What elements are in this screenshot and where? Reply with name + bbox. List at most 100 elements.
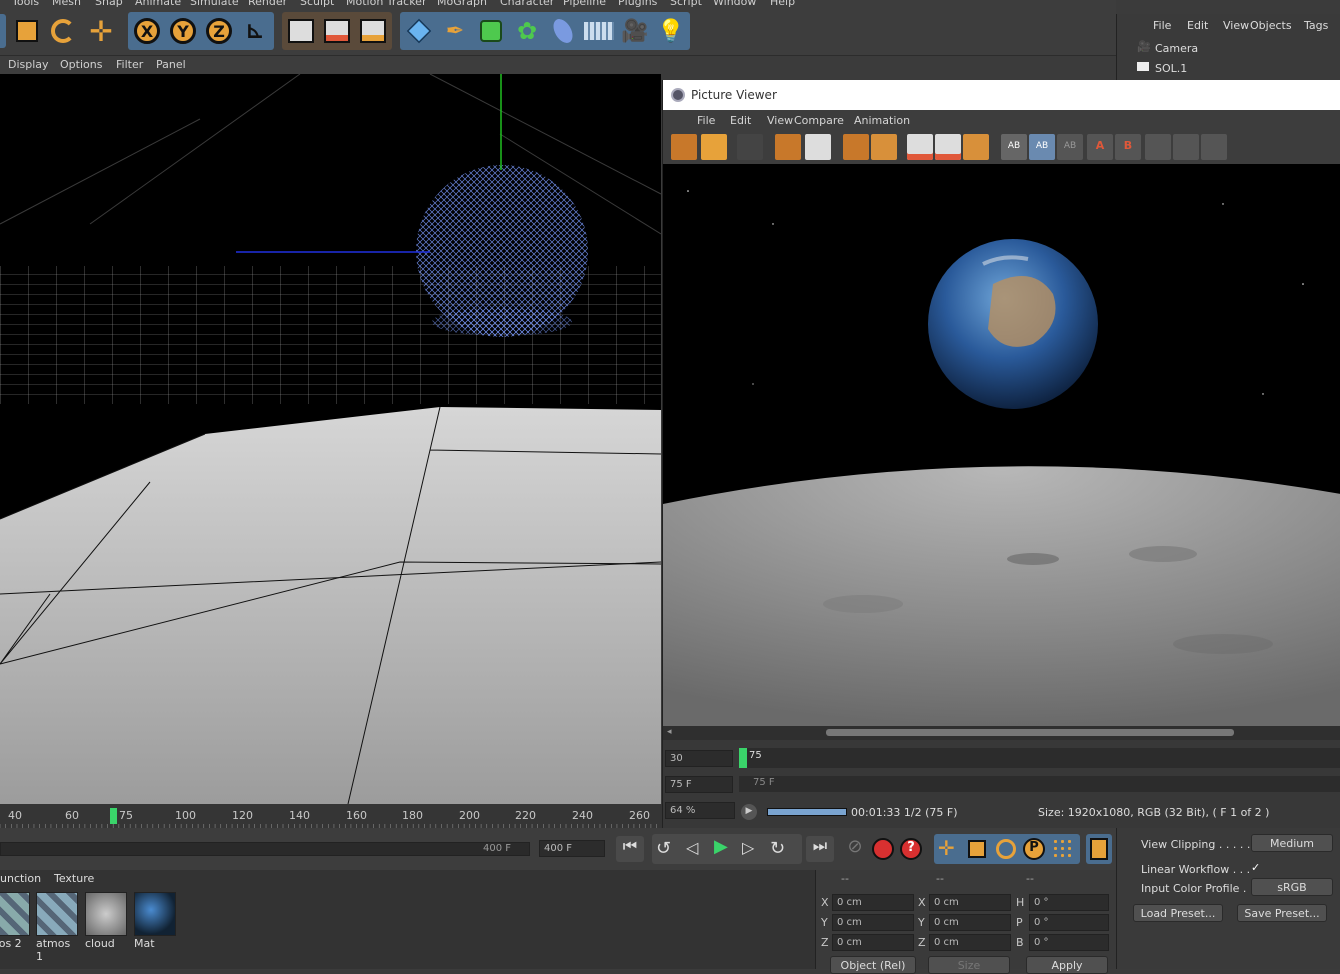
menu-pipeline[interactable]: Pipeline [563, 0, 606, 8]
pv-menu-file[interactable]: File [697, 114, 715, 127]
menu-mesh[interactable]: Mesh [52, 0, 81, 8]
snapshot-compare-icon[interactable] [935, 134, 961, 160]
rotation-h-field[interactable]: 0 ° [1029, 894, 1109, 911]
om-menu-tags[interactable]: Tags [1304, 19, 1328, 32]
menu-render[interactable]: Render [248, 0, 287, 8]
mograph-cloner-icon[interactable]: ✿ [510, 14, 544, 48]
ab-swap-icon[interactable]: AB [1057, 134, 1083, 160]
menu-help[interactable]: Help [770, 0, 795, 8]
history-icon[interactable] [843, 134, 869, 160]
key-parameter-icon[interactable]: P [1023, 838, 1045, 860]
previous-key-icon[interactable]: ↺ [656, 838, 671, 859]
rotation-b-field[interactable]: 0 ° [1029, 934, 1109, 951]
3d-viewport[interactable] [0, 74, 661, 804]
autokey-help-icon[interactable]: ? [900, 838, 922, 860]
menu-sculpt[interactable]: Sculpt [300, 0, 334, 8]
pv-menu-edit[interactable]: Edit [730, 114, 751, 127]
horizontal-scrollbar[interactable]: ◂ [663, 726, 1340, 740]
size-y-field[interactable]: 0 cm [929, 914, 1011, 931]
material-menu-function[interactable]: unction [0, 872, 41, 885]
input-color-profile-dropdown[interactable]: sRGB [1251, 878, 1333, 896]
picture-viewer-titlebar[interactable]: Picture Viewer [663, 80, 1340, 110]
viewport-menu-options[interactable]: Options [60, 58, 102, 71]
frame-marker[interactable] [739, 748, 747, 768]
frame-slider[interactable]: 75 [739, 748, 1340, 768]
cube-icon[interactable] [402, 14, 436, 48]
om-menu-view[interactable]: View [1223, 19, 1249, 32]
play-preview-icon[interactable]: ▶ [741, 804, 757, 820]
om-menu-file[interactable]: File [1153, 19, 1171, 32]
scrollbar-thumb[interactable] [826, 729, 1234, 736]
pv-menu-compare[interactable]: Compare [794, 114, 844, 127]
key-pla-icon[interactable] [1052, 838, 1074, 860]
coordinate-mode-dropdown[interactable]: Object (Rel) [830, 956, 916, 974]
y-axis-lock-icon[interactable]: Y [166, 14, 200, 48]
size-x-field[interactable]: 0 cm [929, 894, 1011, 911]
menu-plugins[interactable]: Plugins [618, 0, 657, 8]
snapshot-icon[interactable] [907, 134, 933, 160]
viewport-menu-panel[interactable]: Panel [156, 58, 186, 71]
end-frame-field[interactable]: 400 F [539, 840, 605, 857]
record-disabled-icon[interactable]: ⊘ [842, 836, 868, 862]
zoom-field[interactable]: 64 % [665, 802, 735, 819]
size-mode-dropdown[interactable]: Size [928, 956, 1010, 974]
view-clipping-dropdown[interactable]: Medium [1251, 834, 1333, 852]
viewport-menu-display[interactable]: Display [8, 58, 49, 71]
material-swatch[interactable]: mos 2 [0, 892, 30, 950]
ab-compare-icon[interactable]: AB [1001, 134, 1027, 160]
compare-vertical-icon[interactable] [1145, 134, 1171, 160]
pen-spline-icon[interactable]: ✒ [438, 14, 472, 48]
frame-range-slider[interactable]: 75 F [739, 776, 1340, 792]
menu-tools[interactable]: Tools [12, 0, 39, 8]
rotate-tool-icon[interactable] [46, 14, 80, 48]
material-menu-texture[interactable]: Texture [54, 872, 94, 885]
render-settings-icon[interactable] [356, 14, 390, 48]
go-to-end-icon[interactable]: ⏭ [806, 836, 834, 862]
viewport-menu-filter[interactable]: Filter [116, 58, 143, 71]
open-icon[interactable] [671, 134, 697, 160]
apply-button[interactable]: Apply [1026, 956, 1108, 974]
key-rotation-icon[interactable] [996, 839, 1016, 859]
z-axis-lock-icon[interactable]: Z [202, 14, 236, 48]
om-menu-edit[interactable]: Edit [1187, 19, 1208, 32]
menu-simulate[interactable]: Simulate [190, 0, 239, 8]
om-menu-objects[interactable]: Objects [1250, 19, 1292, 32]
position-y-field[interactable]: 0 cm [832, 914, 914, 931]
render-view-icon[interactable] [284, 14, 318, 48]
frame-start-field[interactable]: 30 [665, 750, 733, 767]
menu-character[interactable]: Character [500, 0, 554, 8]
menu-script[interactable]: Script [670, 0, 702, 8]
timeline-ruler[interactable]: 40 60 75 100 120 140 160 180 200 220 240… [0, 804, 662, 828]
render-animation-icon[interactable] [737, 134, 763, 160]
pv-menu-animation[interactable]: Animation [854, 114, 910, 127]
deformer-icon[interactable] [546, 14, 580, 48]
user-icon[interactable] [805, 134, 831, 160]
set-a-icon[interactable]: A [1087, 134, 1113, 160]
record-keyframe-icon[interactable] [872, 838, 894, 860]
scale-tool-icon[interactable] [10, 14, 44, 48]
play-icon[interactable]: ▶ [714, 836, 728, 857]
material-swatch[interactable]: atmos 1 [36, 892, 78, 963]
linear-workflow-checkbox[interactable]: ✓ [1251, 861, 1260, 874]
preview-range-slider[interactable]: 400 F [0, 842, 530, 856]
render-picture-viewer-icon[interactable] [320, 14, 354, 48]
menu-mograph[interactable]: MoGraph [437, 0, 487, 8]
camera-icon[interactable]: 🎥 [618, 14, 652, 48]
save-icon[interactable] [701, 134, 727, 160]
light-icon[interactable]: 💡 [654, 14, 688, 48]
material-swatch[interactable]: Mat [134, 892, 176, 950]
layers-icon[interactable] [871, 134, 897, 160]
size-z-field[interactable]: 0 cm [929, 934, 1011, 951]
menu-animate[interactable]: Animate [135, 0, 181, 8]
subdivision-icon[interactable] [474, 14, 508, 48]
key-scale-icon[interactable] [968, 840, 986, 858]
coordinate-system-icon[interactable]: ⊾ [238, 14, 272, 48]
previous-frame-icon[interactable]: ◁ [686, 838, 698, 857]
object-row-sol[interactable]: SOL.1 [1117, 58, 1340, 78]
frame-current-field[interactable]: 75 F [665, 776, 733, 793]
next-key-icon[interactable]: ↻ [770, 838, 785, 859]
rendered-image[interactable] [663, 164, 1340, 726]
menu-window[interactable]: Window [713, 0, 756, 8]
move-tool-icon[interactable]: ✛ [84, 14, 118, 48]
compare-horizontal-icon[interactable] [1173, 134, 1199, 160]
